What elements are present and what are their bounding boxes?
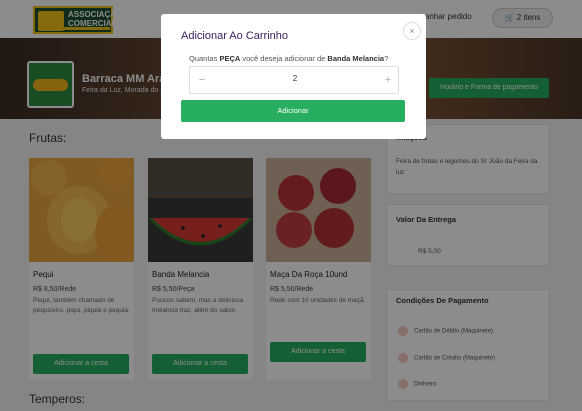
decrement-button[interactable]: −: [194, 72, 210, 88]
modal-title: Adicionar Ao Carrinho: [181, 30, 289, 42]
quantity-question: Quantas PEÇA você deseja adicionar de Ba…: [189, 54, 389, 63]
add-to-cart-modal: Adicionar Ao Carrinho × Quantas PEÇA voc…: [161, 14, 426, 139]
close-icon[interactable]: ×: [403, 22, 421, 40]
quantity-value[interactable]: 2: [280, 74, 310, 83]
add-button[interactable]: Adicionar: [181, 100, 405, 122]
quantity-stepper: − 2 +: [189, 66, 399, 94]
increment-button[interactable]: +: [380, 72, 396, 88]
